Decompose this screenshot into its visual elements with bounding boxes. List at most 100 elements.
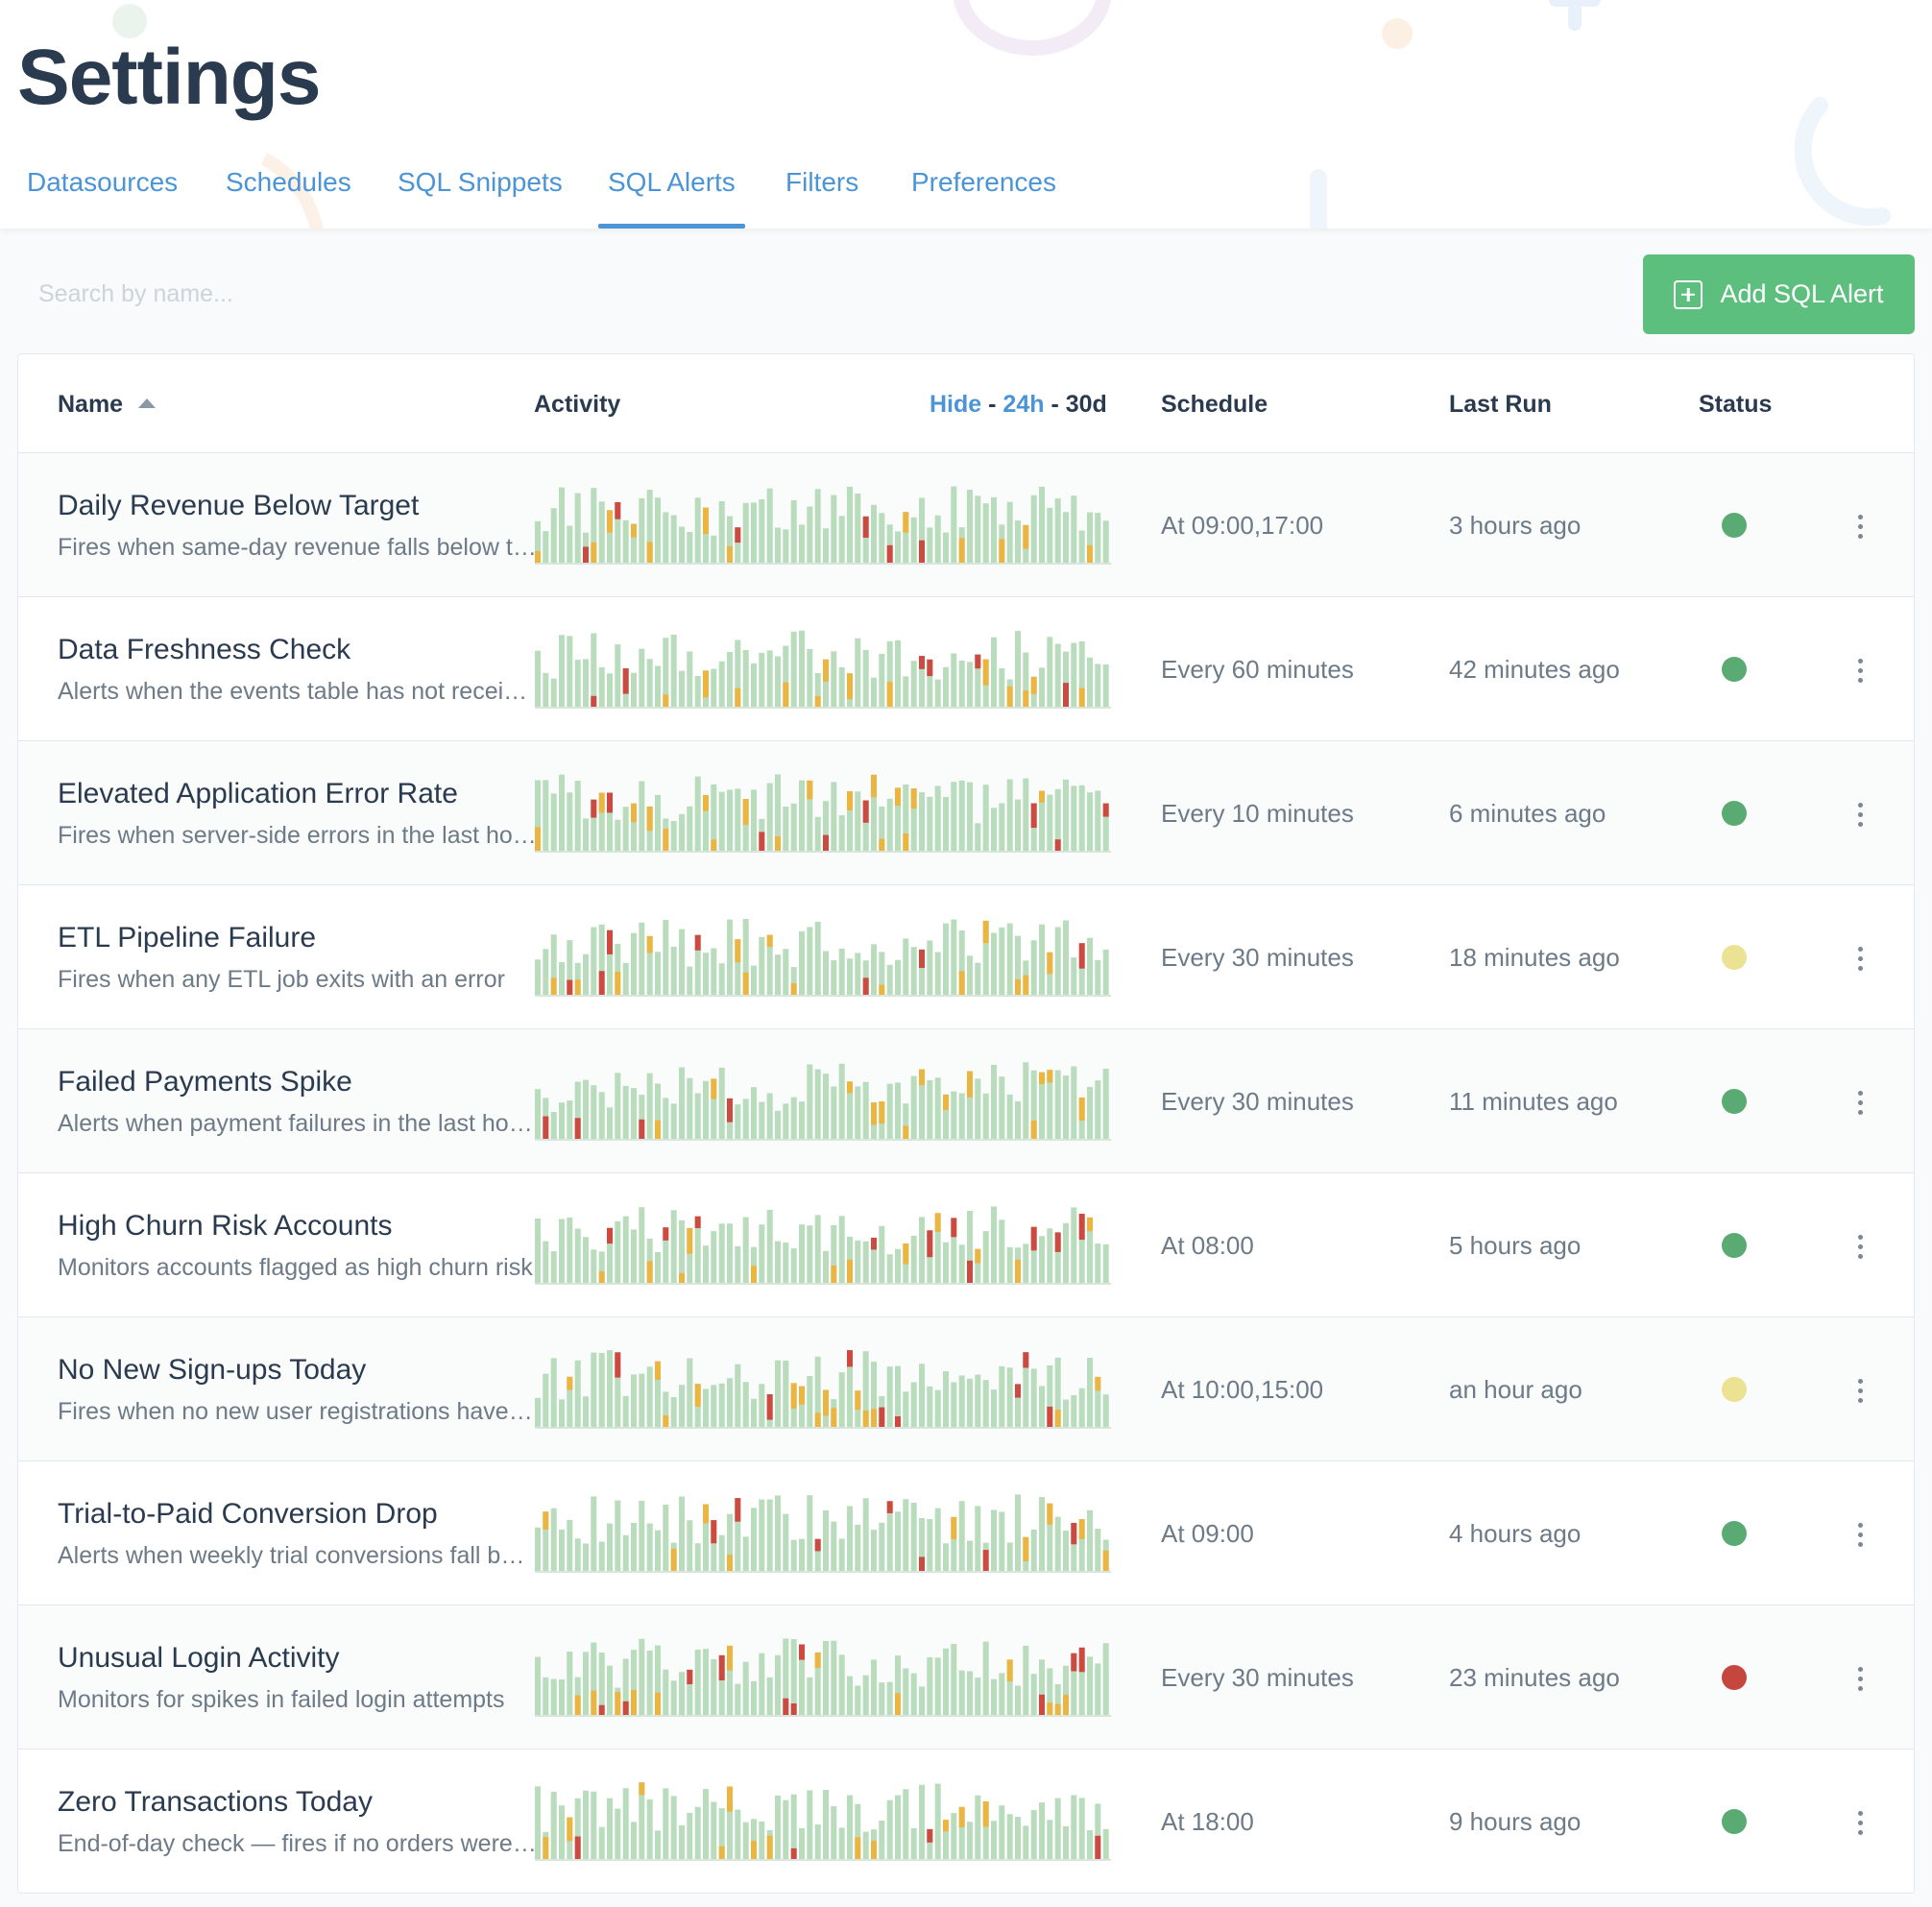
alert-name[interactable]: Failed Payments Spike (58, 1066, 352, 1098)
table-row[interactable]: High Churn Risk Accounts Monitors account… (18, 1173, 1914, 1317)
alert-description: End-of-day check — fires if no orders we… (58, 1830, 538, 1857)
alert-description: Monitors accounts flagged as high churn … (58, 1254, 533, 1281)
activity-range-switch: Hide - 24h - 30d (930, 391, 1107, 419)
more-options-icon[interactable] (1848, 1805, 1872, 1840)
alert-last-run: 42 minutes ago (1449, 655, 1620, 684)
range-separator: - (1051, 391, 1059, 418)
column-header-status[interactable]: Status (1699, 391, 1772, 419)
activity-sparkline (535, 1782, 1111, 1861)
more-options-icon[interactable] (1848, 1517, 1872, 1552)
activity-sparkline (535, 1350, 1111, 1429)
alert-description: Alerts when payment failures in the last… (58, 1110, 538, 1137)
tab-datasources[interactable]: Datasources (27, 154, 178, 229)
column-header-activity: Activity (534, 391, 621, 418)
range-separator: - (988, 391, 997, 418)
tab-sql-snippets[interactable]: SQL Snippets (398, 154, 563, 229)
more-options-icon[interactable] (1848, 797, 1872, 832)
add-sql-alert-label: Add SQL Alert (1720, 279, 1884, 308)
activity-sparkline (535, 486, 1111, 565)
settings-header: Settings Datasources Schedules SQL Snipp… (0, 0, 1932, 229)
table-row[interactable]: Elevated Application Error Rate Fires whe… (18, 741, 1914, 885)
alert-last-run: an hour ago (1449, 1375, 1582, 1404)
search-input[interactable] (19, 259, 787, 328)
activity-hide-link[interactable]: Hide (930, 391, 981, 418)
alert-last-run: 6 minutes ago (1449, 799, 1606, 828)
status-indicator (1722, 945, 1747, 970)
status-indicator (1722, 513, 1747, 538)
table-row[interactable]: Zero Transactions Today End-of-day check … (18, 1750, 1914, 1893)
alert-schedule: Every 10 minutes (1161, 799, 1354, 828)
activity-sparkline (535, 1638, 1111, 1717)
more-options-icon[interactable] (1848, 653, 1872, 688)
alert-last-run: 11 minutes ago (1449, 1087, 1618, 1116)
alert-description: Fires when same-day revenue falls below … (58, 534, 538, 561)
tab-preferences[interactable]: Preferences (911, 154, 1056, 229)
more-options-icon[interactable] (1848, 1229, 1872, 1264)
alert-name[interactable]: Zero Transactions Today (58, 1786, 373, 1819)
more-options-icon[interactable] (1848, 1085, 1872, 1120)
column-header-last-run[interactable]: Last Run (1449, 391, 1552, 419)
alert-last-run: 3 hours ago (1449, 511, 1582, 540)
more-options-icon[interactable] (1848, 1373, 1872, 1408)
alert-schedule: At 10:00,15:00 (1161, 1375, 1324, 1404)
alert-name[interactable]: Elevated Application Error Rate (58, 778, 458, 810)
alert-schedule: Every 60 minutes (1161, 655, 1354, 684)
status-indicator (1722, 1377, 1747, 1402)
alert-description: Fires when any ETL job exits with an err… (58, 966, 505, 993)
alert-name[interactable]: High Churn Risk Accounts (58, 1210, 393, 1243)
more-options-icon[interactable] (1848, 509, 1872, 543)
status-indicator (1722, 1089, 1747, 1114)
table-row[interactable]: Trial-to-Paid Conversion Drop Alerts when… (18, 1461, 1914, 1605)
alert-name[interactable]: Data Freshness Check (58, 634, 350, 666)
alert-schedule: At 09:00 (1161, 1519, 1254, 1548)
alert-description: Fires when no new user registrations hav… (58, 1398, 538, 1425)
status-indicator (1722, 801, 1747, 826)
alert-last-run: 9 hours ago (1449, 1807, 1582, 1836)
alert-last-run: 5 hours ago (1449, 1231, 1582, 1260)
activity-sparkline (535, 774, 1111, 853)
activity-sparkline (535, 1062, 1111, 1141)
alert-description: Alerts when the events table has not rec… (58, 678, 538, 705)
alert-last-run: 18 minutes ago (1449, 943, 1620, 972)
add-sql-alert-button[interactable]: Add SQL Alert (1643, 254, 1915, 334)
alert-name[interactable]: Trial-to-Paid Conversion Drop (58, 1498, 438, 1531)
status-indicator (1722, 1233, 1747, 1258)
alert-name[interactable]: No New Sign-ups Today (58, 1354, 366, 1387)
more-options-icon[interactable] (1848, 1661, 1872, 1696)
alert-schedule: At 09:00,17:00 (1161, 511, 1324, 540)
sql-alerts-table: Name Activity Hide - 24h - 30d Schedule … (17, 353, 1915, 1894)
table-row[interactable]: Data Freshness Check Alerts when the even… (18, 597, 1914, 741)
alert-name[interactable]: ETL Pipeline Failure (58, 922, 316, 954)
tab-filters[interactable]: Filters (785, 154, 858, 229)
activity-24h-link[interactable]: 24h (1002, 391, 1044, 418)
alert-name[interactable]: Unusual Login Activity (58, 1642, 340, 1675)
alert-schedule: Every 30 minutes (1161, 1087, 1354, 1116)
status-indicator (1722, 1521, 1747, 1546)
activity-sparkline (535, 630, 1111, 709)
alert-last-run: 23 minutes ago (1449, 1663, 1620, 1692)
status-indicator (1722, 657, 1747, 682)
table-row[interactable]: No New Sign-ups Today Fires when no new u… (18, 1317, 1914, 1461)
activity-sparkline (535, 1494, 1111, 1573)
tab-schedules[interactable]: Schedules (226, 154, 351, 229)
table-row[interactable]: Failed Payments Spike Alerts when payment… (18, 1029, 1914, 1173)
activity-sparkline (535, 1206, 1111, 1285)
column-header-name[interactable]: Name (58, 391, 157, 419)
page-title: Settings (17, 34, 321, 121)
column-header-schedule[interactable]: Schedule (1161, 391, 1268, 419)
table-row[interactable]: ETL Pipeline Failure Fires when any ETL j… (18, 885, 1914, 1029)
table-row[interactable]: Unusual Login Activity Monitors for spike… (18, 1605, 1914, 1750)
column-header-name-label: Name (58, 391, 124, 418)
alert-schedule: Every 30 minutes (1161, 1663, 1354, 1692)
table-header: Name Activity Hide - 24h - 30d Schedule … (18, 354, 1914, 453)
alert-description: Alerts when weekly trial conversions fal… (58, 1542, 538, 1569)
tab-sql-alerts[interactable]: SQL Alerts (598, 154, 745, 229)
activity-30d-link[interactable]: 30d (1066, 391, 1107, 418)
alert-schedule: At 08:00 (1161, 1231, 1254, 1260)
table-row[interactable]: Daily Revenue Below Target Fires when sam… (18, 453, 1914, 597)
more-options-icon[interactable] (1848, 941, 1872, 976)
alert-name[interactable]: Daily Revenue Below Target (58, 490, 419, 522)
status-indicator (1722, 1665, 1747, 1690)
alert-schedule: Every 30 minutes (1161, 943, 1354, 972)
alert-last-run: 4 hours ago (1449, 1519, 1582, 1548)
